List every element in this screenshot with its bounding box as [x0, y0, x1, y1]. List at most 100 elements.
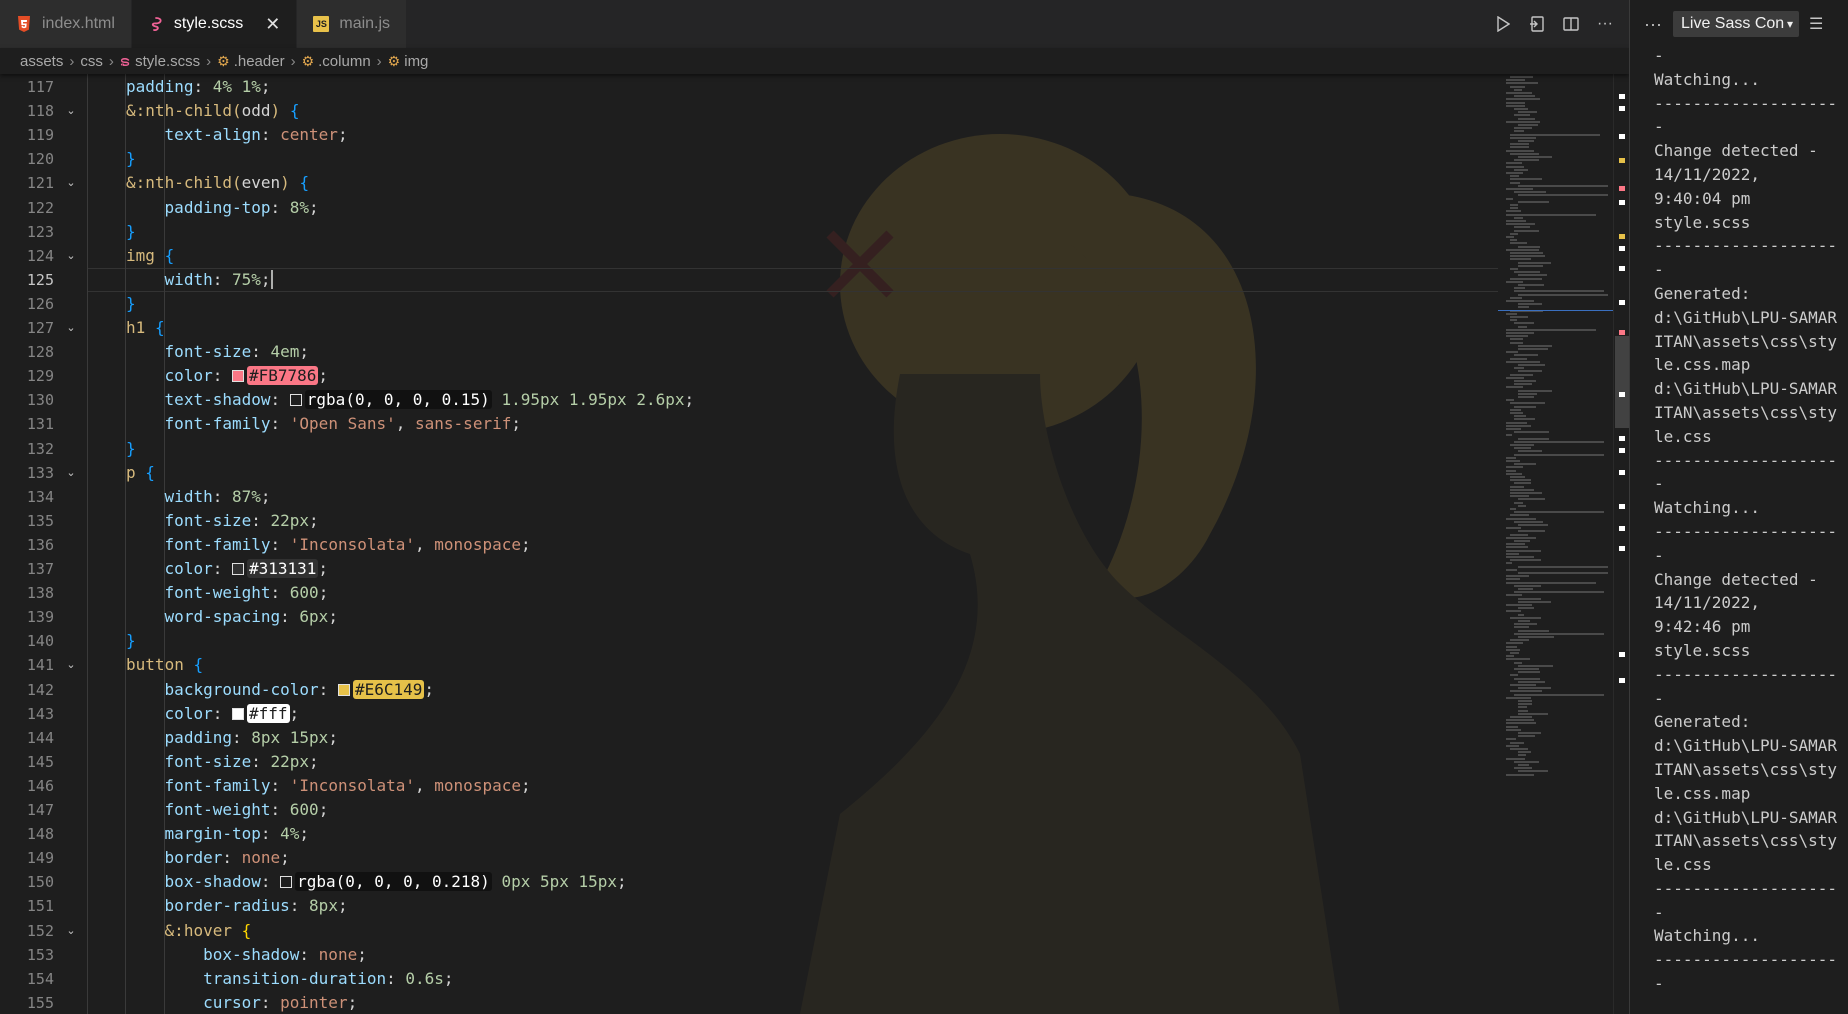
code-line[interactable]: h1 { [126, 316, 165, 340]
code-line[interactable]: font-size: 4em; [165, 340, 310, 364]
code-line[interactable]: color: #FB7786; [165, 364, 328, 388]
code-lines[interactable]: padding: 4% 1%; &:nth-child(odd) {text-al… [86, 74, 1488, 1014]
breadcrumb-item-file[interactable]: style.scss [135, 53, 200, 70]
minimap-line [1514, 290, 1604, 293]
minimap-line [1506, 469, 1517, 472]
fold-chevron-icon[interactable]: ⌄ [64, 244, 78, 268]
code-line[interactable]: text-align: center; [165, 123, 348, 147]
code-line[interactable]: font-weight: 600; [165, 798, 329, 822]
code-line[interactable]: box-shadow: rgba(0, 0, 0, 0.218) 0px 5px… [165, 870, 627, 894]
code-line[interactable]: padding: 8px 15px; [165, 726, 338, 750]
color-swatch-icon[interactable] [289, 394, 302, 407]
line-number: 131 [26, 415, 54, 434]
code-token: } [126, 438, 136, 458]
scrollbar-thumb[interactable] [1615, 336, 1629, 428]
close-icon[interactable]: ✕ [265, 14, 280, 35]
breadcrumb-item-header[interactable]: .header [234, 53, 285, 70]
code-line[interactable]: padding: 4% 1%; [126, 75, 271, 99]
minimap-line [1518, 664, 1553, 667]
tab-style-scss[interactable]: style.scss ✕ [131, 0, 298, 48]
code-line[interactable]: width: 75%; [165, 268, 273, 292]
code-token: padding [126, 77, 194, 96]
fold-chevron-icon[interactable]: ⌄ [64, 99, 78, 123]
code-line[interactable]: } [126, 292, 136, 316]
code-line[interactable]: button { [126, 653, 203, 677]
code-line[interactable]: padding-top: 8%; [165, 196, 319, 220]
minimap-line [1510, 296, 1522, 299]
minimap[interactable] [1498, 74, 1613, 1014]
code-line[interactable]: border-radius: 8px; [165, 894, 348, 918]
minimap-line [1518, 700, 1532, 702]
more-actions-icon[interactable]: ··· [1643, 14, 1663, 35]
code-token: ; [424, 679, 435, 699]
code-line[interactable]: word-spacing: 6px; [165, 605, 338, 629]
open-changes-icon[interactable] [1527, 14, 1547, 34]
color-swatch-icon[interactable] [231, 370, 244, 383]
tab-index-html[interactable]: index.html [0, 0, 132, 48]
code-line[interactable]: font-weight: 600; [165, 581, 329, 605]
code-line[interactable]: background-color: #E6C149; [165, 678, 434, 702]
code-line[interactable]: &:nth-child(odd) { [126, 99, 299, 123]
code-line[interactable]: font-family: 'Inconsolata', monospace; [165, 533, 531, 557]
minimap-line [1514, 447, 1532, 450]
code-token: ; [357, 944, 367, 964]
color-swatch-icon[interactable] [231, 563, 244, 575]
code-line[interactable]: box-shadow: none; [203, 943, 367, 967]
tab-main-js[interactable]: JS main.js [297, 0, 408, 48]
fold-chevron-icon[interactable]: ⌄ [64, 461, 78, 485]
code-line[interactable]: text-shadow: rgba(0, 0, 0, 0.15) 1.95px … [165, 388, 694, 412]
code-editor[interactable]: 117 118 ⌄ 119 120 121 ⌄ 122 123 124 ⌄ 125 126 127 ⌄ 128… [0, 74, 1629, 1014]
code-token: ; [260, 269, 271, 289]
code-line[interactable]: border: none; [165, 846, 290, 870]
code-line[interactable]: transition-duration: 0.6s; [203, 967, 453, 991]
minimap-line [1518, 184, 1608, 187]
minimap-line [1506, 604, 1533, 606]
code-line[interactable]: font-size: 22px; [165, 509, 319, 533]
fold-chevron-icon[interactable]: ⌄ [64, 316, 78, 340]
code-token: h1 [126, 318, 155, 337]
color-swatch-icon[interactable] [337, 683, 350, 696]
code-line[interactable]: font-family: 'Inconsolata', monospace; [165, 774, 531, 798]
code-line[interactable]: &:hover { [165, 919, 252, 943]
code-line[interactable]: } [126, 147, 136, 171]
menu-lines-icon[interactable]: ☰ [1809, 14, 1823, 34]
minimap-line [1506, 165, 1524, 168]
line-number: 135 [26, 511, 54, 530]
fold-chevron-icon[interactable]: ⌄ [64, 171, 78, 195]
minimap-line [1510, 319, 1517, 322]
code-token: 8% [289, 197, 310, 217]
output-line: 14/11/2022, [1654, 593, 1760, 613]
output-channel-dropdown[interactable]: Live Sass Con ▾ [1673, 11, 1799, 37]
code-line[interactable]: color: #fff; [165, 702, 299, 726]
code-line[interactable]: cursor: pointer; [203, 991, 357, 1014]
code-line[interactable]: } [126, 629, 136, 653]
more-actions-icon[interactable]: ··· [1595, 14, 1615, 34]
code-line[interactable]: margin-top: 4%; [165, 822, 310, 846]
code-line[interactable]: p { [126, 461, 155, 485]
breadcrumb-item-column[interactable]: .column [318, 53, 371, 70]
fold-chevron-icon[interactable]: ⌄ [64, 919, 78, 943]
breadcrumb-item-img[interactable]: img [404, 53, 428, 70]
minimap-line [1518, 703, 1533, 706]
code-line[interactable]: color: #313131; [165, 557, 328, 581]
split-editor-icon[interactable] [1561, 14, 1581, 34]
code-line[interactable]: } [126, 220, 136, 244]
code-line[interactable]: img { [126, 244, 174, 268]
code-line[interactable]: font-family: 'Open Sans', sans-serif; [165, 412, 521, 436]
minimap-line [1510, 242, 1528, 245]
minimap-line [1510, 616, 1541, 619]
run-icon[interactable] [1493, 14, 1513, 34]
code-line[interactable]: font-size: 22px; [165, 750, 319, 774]
color-swatch-icon[interactable] [280, 876, 293, 889]
color-swatch-icon[interactable] [231, 707, 244, 720]
fold-chevron-icon[interactable]: ⌄ [64, 653, 78, 677]
code-token: img [126, 245, 165, 265]
scrollbar-marker [1619, 106, 1625, 111]
code-line[interactable]: &:nth-child(even) { [126, 171, 309, 195]
code-line[interactable]: } [126, 437, 136, 461]
breadcrumb-item-assets[interactable]: assets [20, 53, 63, 70]
vertical-scrollbar[interactable] [1613, 74, 1629, 1014]
code-line[interactable]: width: 87%; [165, 485, 271, 509]
breadcrumb-item-css[interactable]: css [80, 53, 103, 70]
